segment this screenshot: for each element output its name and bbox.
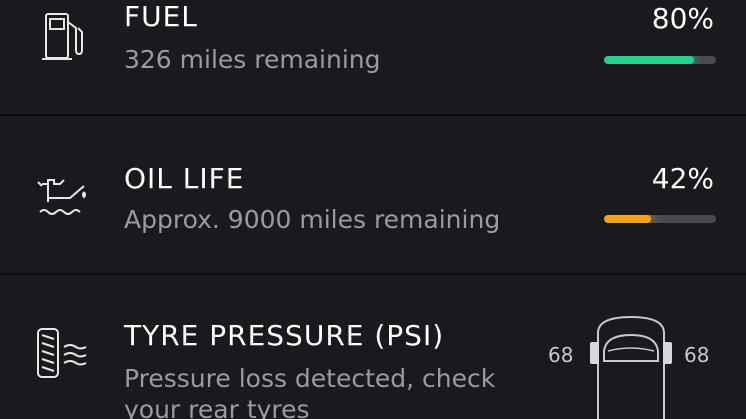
fuel-pump-icon [42, 13, 83, 60]
tyre-pressure-row[interactable]: TYRE PRESSURE (PSI) Pressure loss detect… [0, 275, 746, 419]
car-outline-icon [590, 315, 672, 419]
oil-can-icon [37, 179, 86, 215]
fuel-percent: 80% [651, 2, 714, 35]
fuel-level-bar [604, 56, 716, 64]
oil-life-subtitle: Approx. 9000 miles remaining [124, 205, 501, 234]
fuel-row[interactable]: FUEL 326 miles remaining 80% [0, 0, 746, 114]
fuel-level-fill [604, 56, 694, 64]
oil-life-row[interactable]: OIL LIFE Approx. 9000 miles remaining 42… [0, 116, 746, 273]
front-right-tyre [663, 342, 672, 364]
front-left-tyre [590, 342, 599, 364]
tyre-front-left-psi: 68 [548, 343, 574, 367]
tyre-pressure-title: TYRE PRESSURE (PSI) [124, 319, 445, 352]
oil-life-title: OIL LIFE [124, 162, 245, 195]
oil-life-fill [604, 215, 652, 223]
fuel-subtitle: 326 miles remaining [124, 45, 381, 74]
tyre-front-right-psi: 68 [684, 343, 710, 367]
oil-life-percent: 42% [651, 162, 714, 195]
tyre-pressure-subtitle: Pressure loss detected, check your rear … [124, 364, 496, 419]
tyre-pressure-icon [37, 328, 87, 378]
fuel-title: FUEL [124, 0, 198, 33]
oil-life-bar [604, 215, 716, 223]
